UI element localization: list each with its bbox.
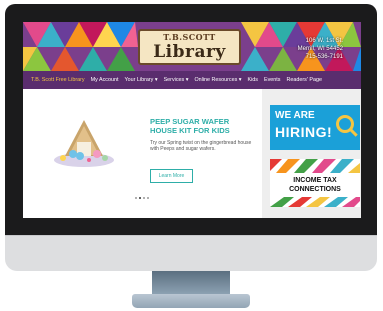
carousel-dot[interactable] <box>143 197 145 199</box>
tax-label: INCOME TAX CONNECTIONS <box>274 173 356 197</box>
slide-title-line-2: HOUSE KIT FOR KIDS <box>150 126 230 135</box>
nav-item-home[interactable]: T.B. Scott Free Library <box>31 77 85 83</box>
carousel-dot[interactable] <box>147 197 149 199</box>
tax-line-1: INCOME TAX <box>293 177 337 184</box>
main-nav: T.B. Scott Free Library My Account Your … <box>23 71 361 89</box>
hiring-banner[interactable]: WE ARE HIRING! <box>270 105 360 150</box>
logo-top-text: T.B.SCOTT <box>163 32 216 42</box>
nav-item-my-account[interactable]: My Account <box>91 77 119 83</box>
carousel-dots <box>135 197 151 199</box>
monitor-stand-neck <box>152 271 230 295</box>
nav-item-readers-page[interactable]: Readers' Page <box>287 77 323 83</box>
carousel-dot-active[interactable] <box>139 197 141 199</box>
monitor-stand-base <box>132 294 250 308</box>
nav-item-kids[interactable]: Kids <box>248 77 259 83</box>
nav-item-services[interactable]: Services ▾ <box>164 77 189 83</box>
slide-title: PEEP SUGAR WAFER HOUSE KIT FOR KIDS <box>150 117 260 135</box>
library-logo[interactable]: T.B.SCOTT Library <box>138 29 241 65</box>
screen: T.B.SCOTT Library 106 W. 1st St. Merrill… <box>23 22 361 218</box>
site-banner: T.B.SCOTT Library 106 W. 1st St. Merrill… <box>23 22 361 71</box>
learn-more-button[interactable]: Learn More <box>150 169 193 183</box>
slide-description: Try our Spring twist on the gingerbread … <box>150 140 252 152</box>
library-address: 106 W. 1st St. Merrill, WI 54452 715-536… <box>273 37 343 61</box>
address-street: 106 W. 1st St. <box>305 38 343 44</box>
hiring-top-text: WE ARE <box>275 110 315 121</box>
main-content: PEEP SUGAR WAFER HOUSE KIT FOR KIDS Try … <box>23 89 361 218</box>
slide-title-line-1: PEEP SUGAR WAFER <box>150 117 230 126</box>
tax-line-2: CONNECTIONS <box>289 186 341 193</box>
logo-main-text: Library <box>153 42 226 62</box>
magnifier-handle-icon <box>349 128 358 137</box>
nav-item-events[interactable]: Events <box>264 77 280 83</box>
sidebar: WE ARE HIRING! INCOME TAX CONNECTIONS <box>262 89 361 218</box>
monitor-chin <box>5 235 377 271</box>
address-city: Merrill, WI 54452 <box>297 46 343 52</box>
monitor: T.B.SCOTT Library 106 W. 1st St. Merrill… <box>0 0 383 311</box>
nav-item-online-resources[interactable]: Online Resources ▾ <box>194 77 241 83</box>
address-phone: 715-536-7191 <box>305 54 343 60</box>
nav-item-your-library[interactable]: Your Library ▾ <box>125 77 158 83</box>
peep-house-image <box>54 120 114 167</box>
carousel-dot[interactable] <box>135 197 137 199</box>
income-tax-banner[interactable]: INCOME TAX CONNECTIONS <box>270 159 360 207</box>
hiring-main-text: HIRING! <box>275 124 333 140</box>
